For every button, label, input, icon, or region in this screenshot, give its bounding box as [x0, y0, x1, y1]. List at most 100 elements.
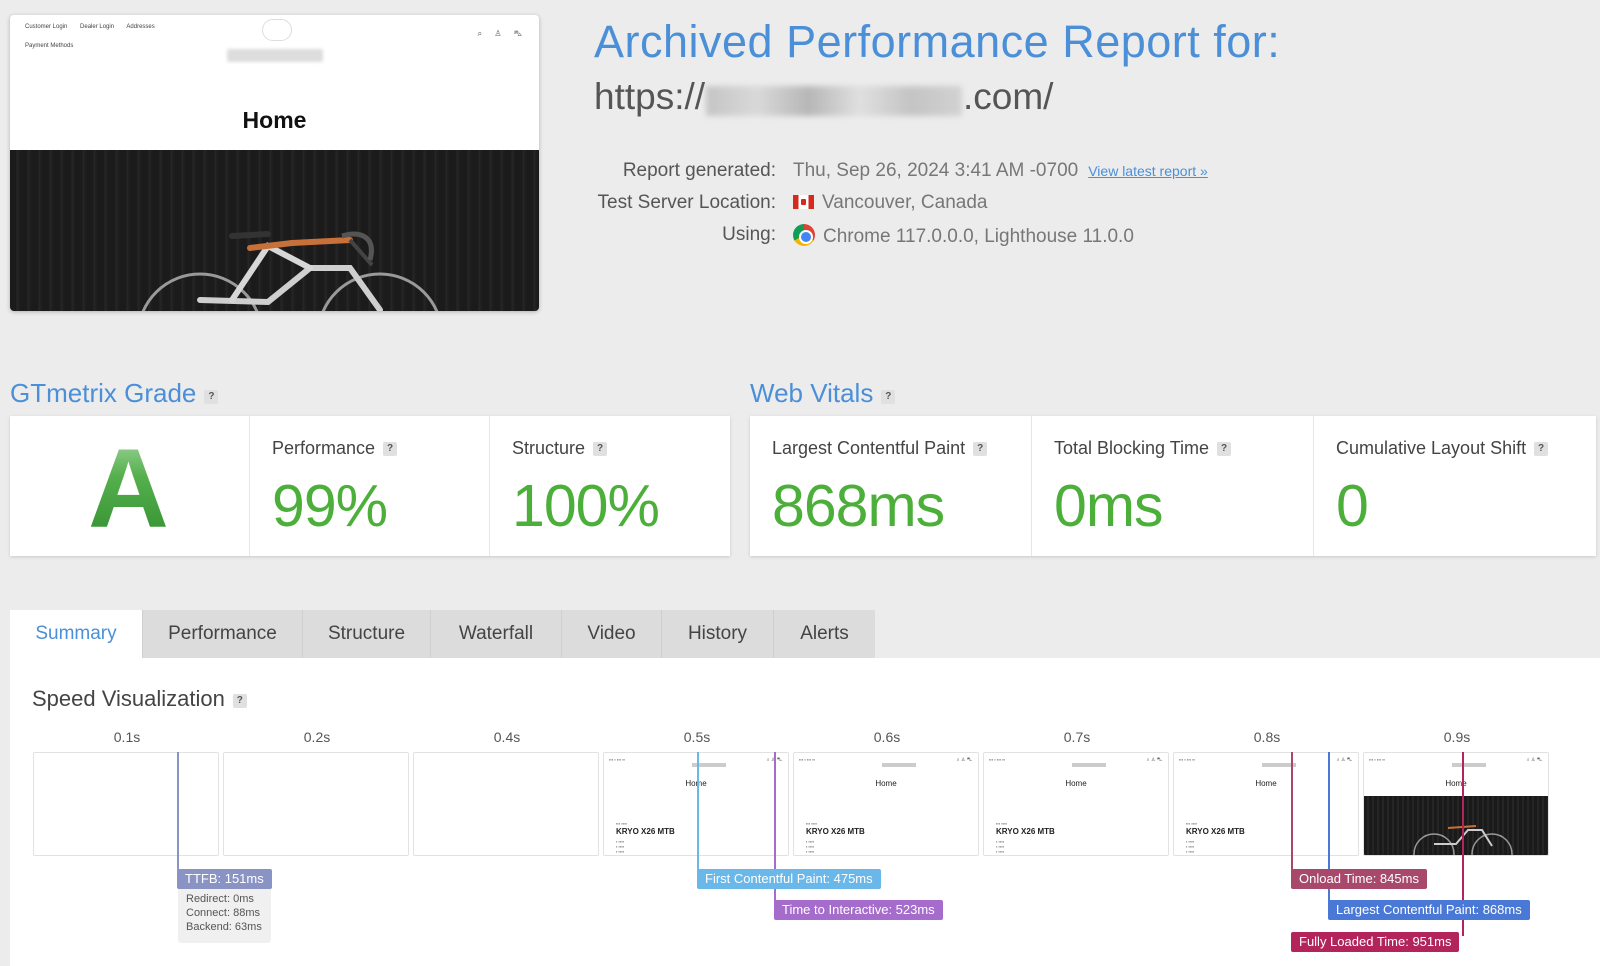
frame-product-title: KRYO X26 MTB [996, 827, 1055, 836]
tab-summary[interactable]: Summary [10, 610, 143, 658]
filmstrip-frame[interactable] [33, 752, 219, 856]
lcp-cell: Largest Contentful Paint? 868ms [750, 416, 1032, 556]
timeline-tick-label: 0.4s [493, 729, 521, 745]
ttfb-redirect: Redirect: 0ms [186, 893, 254, 905]
help-icon[interactable]: ? [383, 442, 398, 456]
tab-waterfall[interactable]: Waterfall [431, 610, 562, 658]
test-server-location-row: Vancouver, Canada [793, 192, 988, 214]
frame-page-title: Home [1065, 779, 1087, 788]
ttfb-badge[interactable]: TTFB: 151ms [177, 869, 272, 889]
report-tabs: Summary Performance Structure Waterfall … [10, 610, 875, 658]
help-icon[interactable]: ? [1217, 442, 1232, 456]
filmstrip-frame[interactable]: ▪▪▪ ▪ ▪▪▪ ▪▪ ⌕ ♙ ⛍ Home ▪▪▪ ▪▪▪▪ KRYO X2… [1173, 752, 1359, 856]
cls-label-row: Cumulative Layout Shift? [1336, 438, 1549, 459]
tbt-label-row: Total Blocking Time? [1054, 438, 1232, 459]
tab-history[interactable]: History [662, 610, 774, 658]
gtmetrix-grade-heading: GTmetrix Grade? [10, 378, 219, 409]
report-generated-value: Thu, Sep 26, 2024 3:41 AM -0700 [793, 160, 1079, 181]
ttfb-marker-line [177, 752, 179, 873]
fully-loaded-badge[interactable]: Fully Loaded Time: 951ms [1291, 932, 1460, 952]
view-latest-report-link[interactable]: View latest report » [1088, 163, 1208, 179]
thumbnail-nav-item: Customer Login [25, 24, 68, 30]
frame-bicycle-image [1413, 825, 1513, 855]
timeline-tick-label: 0.8s [1253, 729, 1281, 745]
speed-visualization-heading: Speed Visualization? [32, 686, 247, 712]
frame-page-title: Home [685, 779, 707, 788]
timeline-tick-label: 0.1s [113, 729, 141, 745]
filmstrip-frame[interactable]: ▪▪▪ ▪ ▪▪▪ ▪▪ ⌕ ♙ ⛍ Home ▪▪▪ ▪▪▪▪ KRYO X2… [793, 752, 979, 856]
performance-label: Performance [272, 438, 376, 458]
help-icon[interactable]: ? [1534, 442, 1549, 456]
lcp-value: 868ms [772, 473, 945, 539]
timeline-tick-label: 0.5s [683, 729, 711, 745]
test-server-location-value: Vancouver, Canada [822, 192, 988, 213]
help-icon[interactable]: ? [881, 390, 896, 404]
fcp-marker-line [697, 752, 699, 873]
timeline-tick-label: 0.2s [303, 729, 331, 745]
report-generated-label: Report generated: [622, 160, 776, 181]
ttfb-backend: Backend: 63ms [186, 921, 262, 933]
tab-performance[interactable]: Performance [143, 610, 303, 658]
using-row: Chrome 117.0.0.0, Lighthouse 11.0.0 [793, 224, 1134, 248]
thumbnail-nav-item: Dealer Login [80, 24, 115, 30]
filmstrip-frame[interactable] [413, 752, 599, 856]
frame-icons: ⌕ ♙ ⛍ [1526, 757, 1542, 763]
thumbnail-hero-image [10, 150, 539, 311]
tab-alerts[interactable]: Alerts [774, 610, 875, 658]
gtmetrix-grade-title: GTmetrix Grade [10, 378, 197, 408]
help-icon[interactable]: ? [593, 442, 608, 456]
frame-product-title: KRYO X26 MTB [806, 827, 865, 836]
filmstrip-frame[interactable]: ▪▪▪ ▪ ▪▪▪ ▪▪ ⌕ ♙ ⛍ Home [1363, 752, 1549, 856]
lcp-label: Largest Contentful Paint [772, 438, 966, 458]
frame-nav: ▪▪▪ ▪ ▪▪▪ ▪▪ [609, 757, 626, 762]
blurred-logo [227, 49, 323, 62]
thumbnail-page-title: Home [242, 107, 307, 133]
bike-logo-icon [262, 19, 292, 41]
help-icon[interactable]: ? [232, 694, 247, 708]
structure-cell: Structure? 100% [490, 416, 730, 556]
canada-flag-icon [793, 195, 814, 209]
thumbnail-nav-item: Addresses [126, 24, 155, 30]
gtmetrix-grade-card: A Performance? 99% Structure? 100% [10, 416, 730, 556]
tab-video[interactable]: Video [562, 610, 662, 658]
frame-icons: ⌕ ♙ ⛍ [1146, 757, 1162, 763]
test-server-location-label: Test Server Location: [597, 192, 776, 213]
filmstrip-frame[interactable]: ▪▪▪ ▪ ▪▪▪ ▪▪ ⌕ ♙ ⛍ Home ▪▪▪ ▪▪▪▪ KRYO X2… [983, 752, 1169, 856]
help-icon[interactable]: ? [204, 390, 219, 404]
report-url-suffix: .com/ [963, 76, 1054, 117]
web-vitals-card: Largest Contentful Paint? 868ms Total Bl… [750, 416, 1596, 556]
frame-icons: ⌕ ♙ ⛍ [956, 757, 972, 763]
ttfb-connect: Connect: 88ms [186, 907, 260, 919]
bicycle-image [141, 231, 439, 311]
tbt-cell: Total Blocking Time? 0ms [1032, 416, 1314, 556]
frame-product-title: KRYO X26 MTB [1186, 827, 1245, 836]
tti-badge[interactable]: Time to Interactive: 523ms [774, 900, 943, 920]
help-icon[interactable]: ? [973, 442, 988, 456]
frame-product-title: KRYO X26 MTB [616, 827, 675, 836]
onload-marker-line [1291, 752, 1293, 873]
frame-subtitle: ▪▪▪ ▪▪▪▪ [996, 821, 1008, 826]
fcp-badge[interactable]: First Contentful Paint: 475ms [697, 869, 881, 889]
tab-structure[interactable]: Structure [303, 610, 431, 658]
frame-nav: ▪▪▪ ▪ ▪▪▪ ▪▪ [1179, 757, 1196, 762]
thumbnail-header-icons: ⌕ ♙ ⛍ [477, 29, 527, 38]
page-screenshot-thumbnail[interactable]: Customer Login Dealer Login Addresses Pa… [10, 15, 539, 311]
frame-logo [1452, 763, 1486, 767]
lcp-badge[interactable]: Largest Contentful Paint: 868ms [1328, 900, 1530, 920]
frame-bullets: ▪ ▪▪▪▪ ▪ ▪▪▪▪ ▪ ▪▪▪▪ [996, 839, 1005, 854]
performance-label-row: Performance? [272, 438, 398, 459]
frame-page-title: Home [875, 779, 897, 788]
timeline-tick-label: 0.6s [873, 729, 901, 745]
report-generated-row: Thu, Sep 26, 2024 3:41 AM -0700 View late… [793, 160, 1208, 182]
onload-badge[interactable]: Onload Time: 845ms [1291, 869, 1427, 889]
frame-bullets: ▪ ▪▪▪▪ ▪ ▪▪▪▪ ▪ ▪▪▪▪ [616, 839, 625, 854]
frame-icons: ⌕ ♙ ⛍ [1336, 757, 1352, 763]
filmstrip-frame[interactable]: ▪▪▪ ▪ ▪▪▪ ▪▪ ⌕ ♙ ⛍ Home ▪▪▪ ▪▪▪▪ KRYO X2… [603, 752, 789, 856]
frame-subtitle: ▪▪▪ ▪▪▪▪ [616, 821, 628, 826]
frame-logo [1072, 763, 1106, 767]
filmstrip-frame[interactable] [223, 752, 409, 856]
chrome-icon [793, 224, 815, 246]
frame-nav: ▪▪▪ ▪ ▪▪▪ ▪▪ [989, 757, 1006, 762]
grade-cell: A [10, 416, 250, 556]
frame-nav: ▪▪▪ ▪ ▪▪▪ ▪▪ [1369, 757, 1386, 762]
